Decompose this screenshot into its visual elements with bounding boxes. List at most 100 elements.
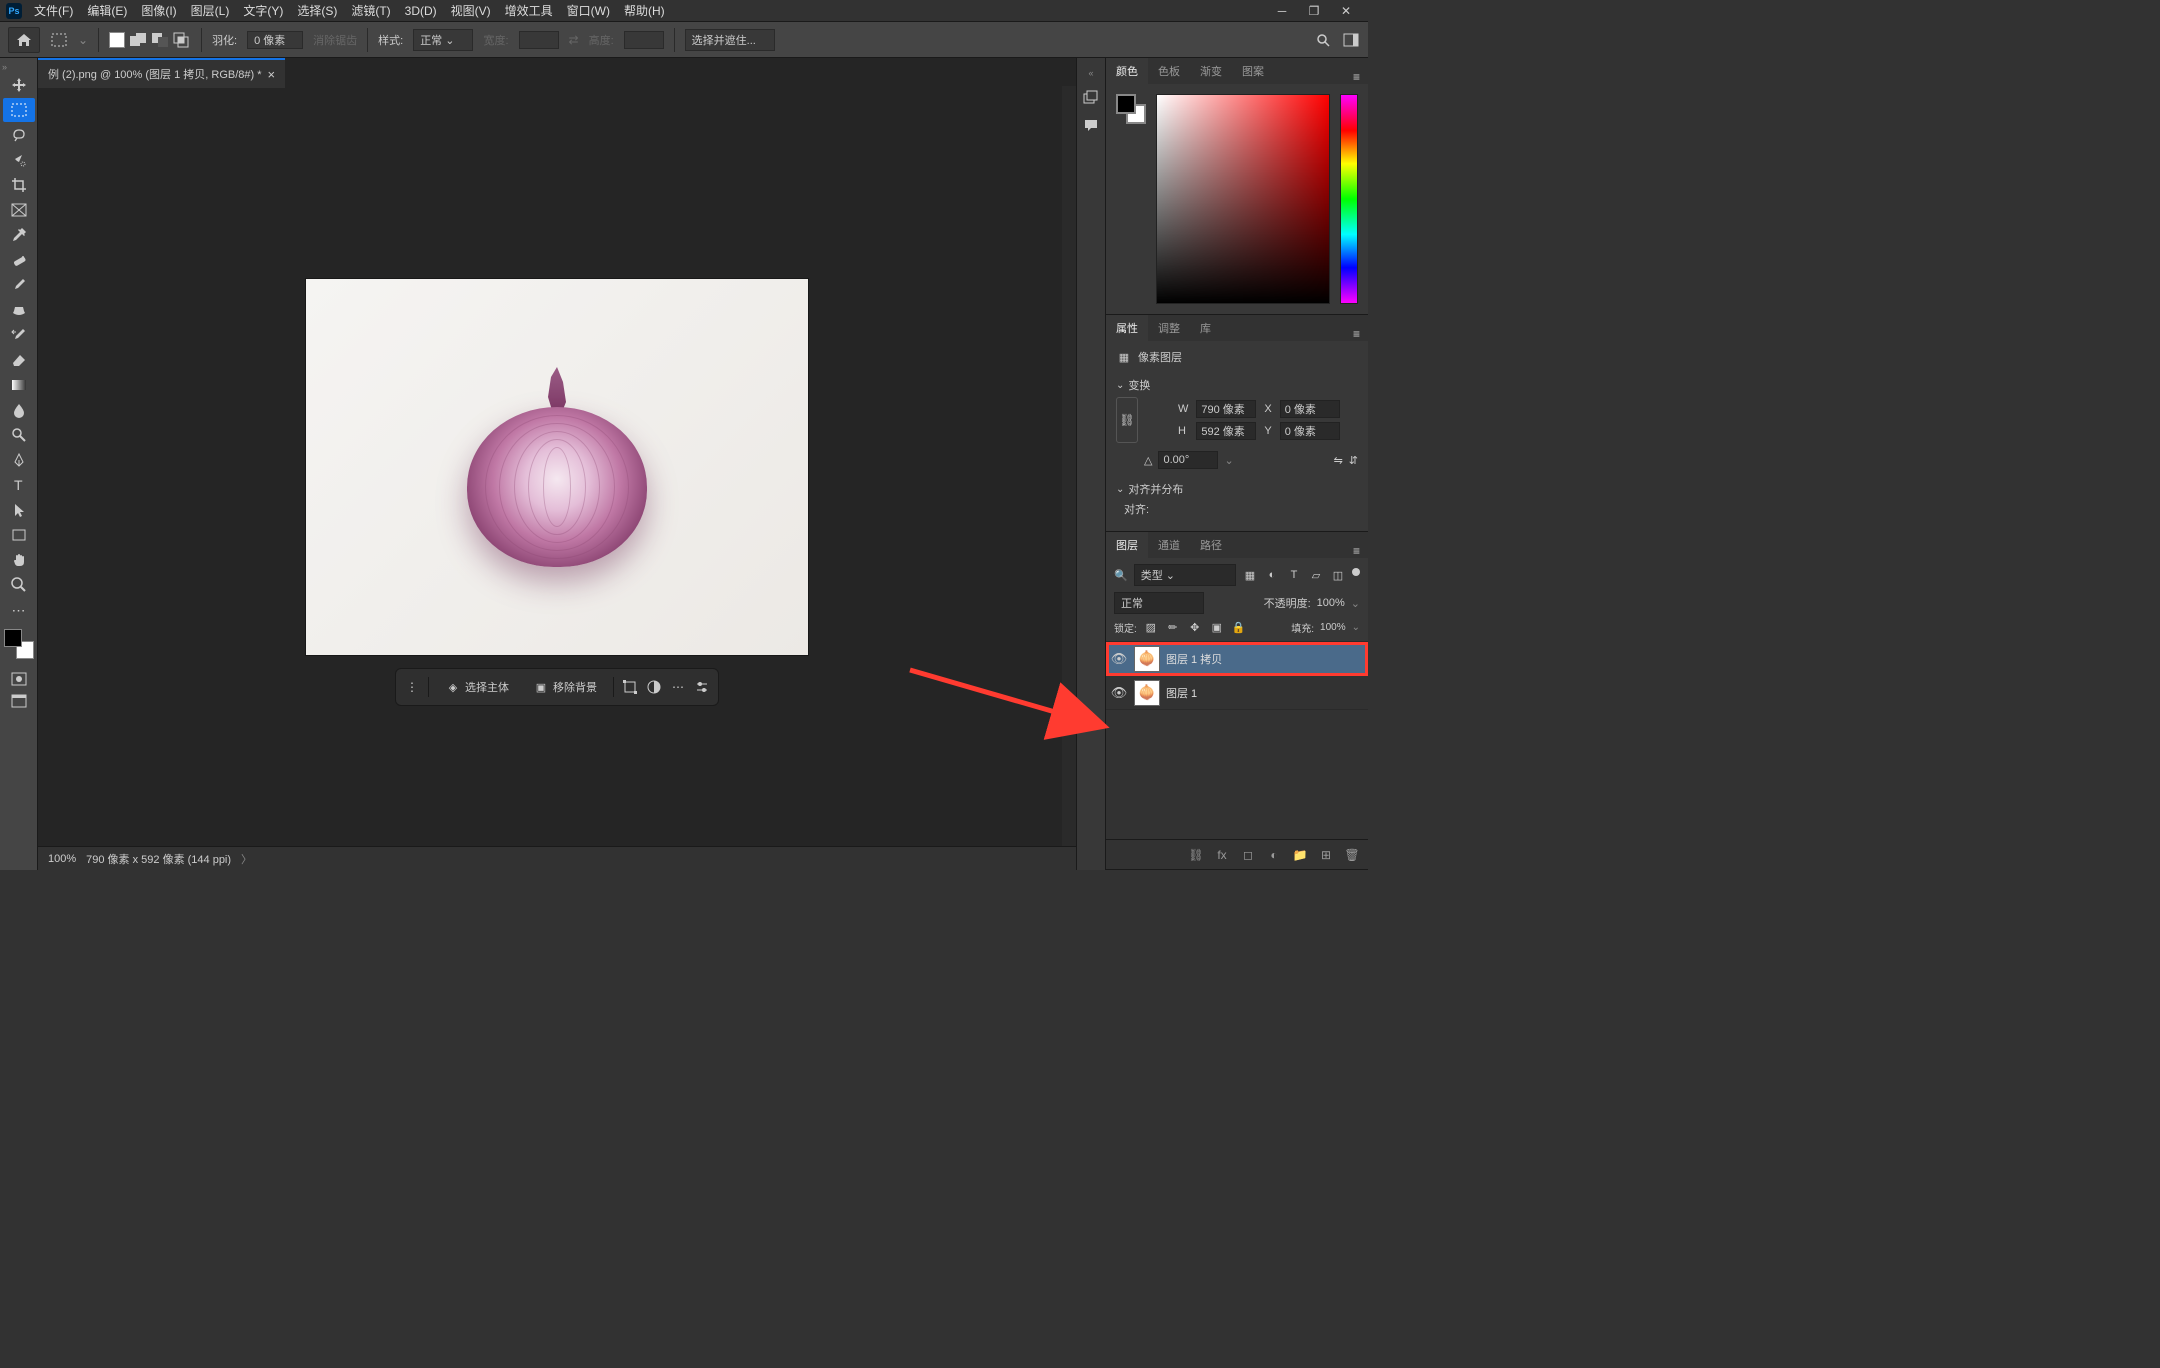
x-property-input[interactable] xyxy=(1280,400,1340,418)
remove-background-button[interactable]: ▣ 移除背景 xyxy=(525,675,605,699)
lock-position-icon[interactable]: ✥ xyxy=(1187,621,1203,635)
move-tool[interactable] xyxy=(3,73,35,97)
eyedropper-tool[interactable] xyxy=(3,223,35,247)
crop-tool[interactable] xyxy=(3,173,35,197)
link-layers-icon[interactable]: ⛓ xyxy=(1188,847,1204,863)
tab-layers[interactable]: 图层 xyxy=(1106,532,1148,558)
select-subject-button[interactable]: ◈ 选择主体 xyxy=(437,675,517,699)
menu-layer[interactable]: 图层(L) xyxy=(185,0,236,21)
link-wh-icon[interactable]: ⛓ xyxy=(1116,397,1138,443)
tab-adjustments[interactable]: 调整 xyxy=(1148,315,1190,341)
properties-icon[interactable] xyxy=(694,679,710,695)
tab-patterns[interactable]: 图案 xyxy=(1232,58,1274,84)
intersect-selection-icon[interactable] xyxy=(173,31,191,49)
tab-paths[interactable]: 路径 xyxy=(1190,532,1232,558)
width-input[interactable] xyxy=(519,31,559,49)
layer-name[interactable]: 图层 1 拷贝 xyxy=(1166,651,1222,667)
menu-file[interactable]: 文件(F) xyxy=(28,0,79,21)
menu-3d[interactable]: 3D(D) xyxy=(399,2,443,20)
more-options-icon[interactable]: ⋯ xyxy=(670,679,686,695)
tab-color[interactable]: 颜色 xyxy=(1106,58,1148,84)
angle-input[interactable] xyxy=(1158,451,1218,469)
properties-panel-menu[interactable]: ≡ xyxy=(1345,327,1368,341)
hand-tool[interactable] xyxy=(3,548,35,572)
tab-properties[interactable]: 属性 xyxy=(1106,315,1148,341)
close-tab-icon[interactable]: × xyxy=(268,67,276,82)
new-layer-icon[interactable]: ⊞ xyxy=(1318,847,1334,863)
home-button[interactable] xyxy=(8,27,40,53)
lock-all-icon[interactable]: 🔒 xyxy=(1231,621,1247,635)
filter-adjustment-icon[interactable]: ◐ xyxy=(1264,568,1280,582)
minimize-button[interactable]: ─ xyxy=(1276,5,1288,17)
screen-mode-toggle[interactable] xyxy=(9,692,29,710)
color-fg-bg[interactable] xyxy=(1116,94,1146,124)
align-section[interactable]: 对齐并分布 xyxy=(1116,475,1358,501)
drag-handle-icon[interactable]: ⋮ xyxy=(404,679,420,695)
lasso-tool[interactable] xyxy=(3,123,35,147)
brush-tool[interactable] xyxy=(3,273,35,297)
layer-row[interactable]: 👁 🧅 图层 1 xyxy=(1106,676,1368,710)
history-brush-tool[interactable] xyxy=(3,323,35,347)
style-select[interactable]: 正常 ⌄ xyxy=(413,29,473,51)
vertical-scrollbar[interactable] xyxy=(1062,86,1076,846)
menu-filter[interactable]: 滤镜(T) xyxy=(345,0,396,21)
tab-gradients[interactable]: 渐变 xyxy=(1190,58,1232,84)
lock-pixels-icon[interactable]: ✏ xyxy=(1165,621,1181,635)
new-selection-icon[interactable] xyxy=(109,32,125,48)
quick-selection-tool[interactable] xyxy=(3,148,35,172)
layer-mask-icon[interactable]: ◻ xyxy=(1240,847,1256,863)
color-panel-menu[interactable]: ≡ xyxy=(1345,70,1368,84)
lock-transparency-icon[interactable]: ▨ xyxy=(1143,621,1159,635)
height-property-input[interactable] xyxy=(1196,422,1256,440)
filter-smartobject-icon[interactable]: ◫ xyxy=(1330,568,1346,582)
fill-value[interactable]: 100% xyxy=(1320,622,1346,633)
tab-channels[interactable]: 通道 xyxy=(1148,532,1190,558)
tab-swatches[interactable]: 色板 xyxy=(1148,58,1190,84)
marquee-tool[interactable] xyxy=(3,98,35,122)
search-icon[interactable] xyxy=(1314,31,1332,49)
layer-filter-select[interactable]: 类型 ⌄ xyxy=(1134,564,1236,586)
edit-toolbar[interactable]: ⋯ xyxy=(3,598,35,622)
visibility-toggle[interactable]: 👁 xyxy=(1110,651,1128,667)
canvas-viewport[interactable]: ⋮ ◈ 选择主体 ▣ 移除背景 ⋯ xyxy=(38,88,1076,846)
transform-icon[interactable] xyxy=(622,679,638,695)
flip-v-icon[interactable]: ⇵ xyxy=(1349,454,1358,467)
add-to-selection-icon[interactable] xyxy=(129,31,147,49)
menu-window[interactable]: 窗口(W) xyxy=(561,0,616,21)
zoom-tool[interactable] xyxy=(3,573,35,597)
filter-search-icon[interactable]: 🔍 xyxy=(1114,569,1128,582)
layer-group-icon[interactable]: 📁 xyxy=(1292,847,1308,863)
filter-pixel-icon[interactable]: ▦ xyxy=(1242,568,1258,582)
layer-row[interactable]: 👁 🧅 图层 1 拷贝 xyxy=(1106,642,1368,676)
feather-input[interactable] xyxy=(247,31,303,49)
menu-image[interactable]: 图像(I) xyxy=(135,0,182,21)
gradient-tool[interactable] xyxy=(3,373,35,397)
subtract-from-selection-icon[interactable] xyxy=(151,31,169,49)
visibility-toggle[interactable]: 👁 xyxy=(1110,685,1128,701)
y-property-input[interactable] xyxy=(1280,422,1340,440)
flip-h-icon[interactable]: ⇋ xyxy=(1334,454,1343,467)
transform-section[interactable]: 变换 xyxy=(1116,371,1358,397)
healing-brush-tool[interactable] xyxy=(3,248,35,272)
path-selection-tool[interactable] xyxy=(3,498,35,522)
filter-type-icon[interactable]: T xyxy=(1286,568,1302,582)
adjustment-layer-icon[interactable]: ◐ xyxy=(1266,847,1282,863)
maximize-button[interactable]: ❐ xyxy=(1308,5,1320,17)
select-and-mask-button[interactable]: 选择并遮住... xyxy=(685,29,775,51)
layer-thumbnail[interactable]: 🧅 xyxy=(1134,680,1160,706)
zoom-level[interactable]: 100% xyxy=(48,853,76,865)
filter-toggle-icon[interactable] xyxy=(1352,568,1360,576)
close-window-button[interactable]: ✕ xyxy=(1340,5,1352,17)
height-input[interactable] xyxy=(624,31,664,49)
type-tool[interactable]: T xyxy=(3,473,35,497)
frame-tool[interactable] xyxy=(3,198,35,222)
tab-libraries[interactable]: 库 xyxy=(1190,315,1221,341)
dodge-tool[interactable] xyxy=(3,423,35,447)
filter-shape-icon[interactable]: ▱ xyxy=(1308,568,1324,582)
menu-view[interactable]: 视图(V) xyxy=(445,0,497,21)
workspace-icon[interactable] xyxy=(1342,31,1360,49)
blur-tool[interactable] xyxy=(3,398,35,422)
menu-select[interactable]: 选择(S) xyxy=(291,0,343,21)
layer-name[interactable]: 图层 1 xyxy=(1166,685,1197,701)
menu-edit[interactable]: 编辑(E) xyxy=(81,0,133,21)
